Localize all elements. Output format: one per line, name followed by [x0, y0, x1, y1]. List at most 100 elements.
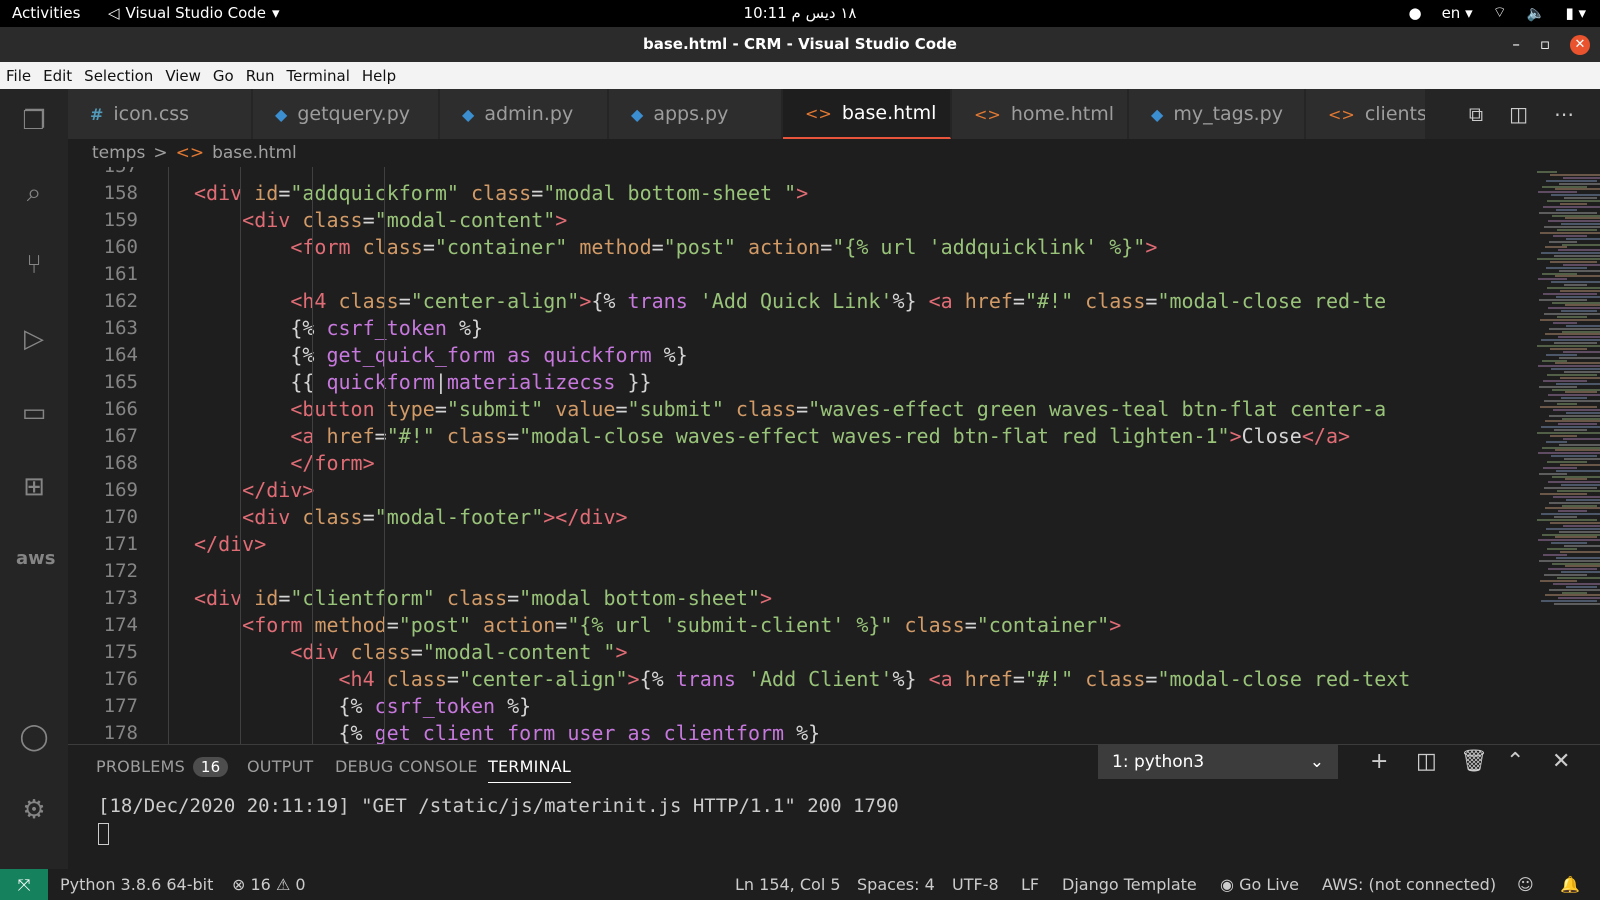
menu-help[interactable]: Help — [362, 67, 396, 85]
explorer-icon[interactable]: ❐ — [16, 103, 52, 139]
record-icon[interactable]: ● — [1408, 4, 1421, 22]
code-line[interactable]: </div> — [194, 531, 266, 558]
kill-terminal-icon[interactable]: 🗑 — [1460, 745, 1488, 779]
app-menu[interactable]: ◁ Visual Studio Code ▾ — [108, 4, 280, 22]
wifi-icon[interactable]: ⌔ — [1493, 3, 1507, 22]
tab-apps-py[interactable]: ◆ apps.py — [609, 89, 782, 139]
volume-icon[interactable]: 🔈 — [1527, 4, 1546, 22]
code-line[interactable]: <a href="#!" class="modal-close waves-ef… — [194, 423, 1350, 450]
app-name: Visual Studio Code — [125, 4, 267, 22]
tab-debug-console[interactable]: DEBUG CONSOLE — [335, 757, 478, 776]
minimap-line — [1564, 458, 1600, 461]
code-line[interactable]: <h4 class="center-align">{% trans 'Add Q… — [194, 288, 1386, 315]
code-line[interactable]: {% csrf_token %} — [194, 315, 483, 342]
breadcrumb-file[interactable]: base.html — [212, 143, 297, 163]
code-line[interactable]: {% get_quick_form as quickform %} — [194, 342, 687, 369]
tab-my-tags-py[interactable]: ◆ my_tags.py — [1129, 89, 1305, 139]
language-mode[interactable]: Django Template — [1062, 869, 1197, 900]
tab-base-html[interactable]: <> base.html ✕ — [783, 89, 970, 139]
minimap-line — [1555, 449, 1600, 452]
code-line[interactable]: <div id="addquickform" class="modal bott… — [194, 180, 808, 207]
vscode-icon: ◁ — [108, 4, 120, 22]
source-control-icon[interactable]: ⑂ — [16, 247, 52, 283]
clock[interactable]: 10:11 ١٨ ديس م — [730, 4, 870, 22]
tab-terminal[interactable]: TERMINAL — [488, 757, 571, 783]
tab-admin-py[interactable]: ◆ admin.py — [440, 89, 608, 139]
code-area[interactable]: <div id="addquickform" class="modal bott… — [146, 167, 1526, 744]
code-line[interactable]: <form method="post" action="{% url 'subm… — [194, 612, 1121, 639]
minimap-line — [1546, 440, 1567, 443]
tab-getquery-py[interactable]: ◆ getquery.py — [253, 89, 439, 139]
aws-status[interactable]: AWS: (not connected) — [1322, 869, 1496, 900]
minimize-icon[interactable]: – — [1512, 27, 1520, 62]
open-preview-icon[interactable]: ⧉ — [1469, 102, 1483, 126]
code-line[interactable]: <form class="container" method="post" ac… — [194, 234, 1157, 261]
battery-icon[interactable]: ▮ ▾ — [1565, 4, 1586, 22]
code-line[interactable]: {{ quickform|materializecss }} — [194, 369, 651, 396]
maximize-icon[interactable]: ▫ — [1540, 27, 1550, 62]
cursor-position[interactable]: Ln 154, Col 5 — [735, 869, 841, 900]
tab-output[interactable]: OUTPUT — [247, 757, 313, 776]
tab-icon-css[interactable]: # icon.css — [68, 89, 252, 139]
split-terminal-icon[interactable]: ◫ — [1416, 745, 1437, 779]
maximize-panel-icon[interactable]: ⌃ — [1506, 745, 1524, 779]
breadcrumb-folder[interactable]: temps — [92, 143, 145, 163]
menu-view[interactable]: View — [165, 67, 201, 85]
code-line[interactable]: {% csrf_token %} — [194, 693, 532, 720]
remote-explorer-icon[interactable]: ▭ — [16, 395, 52, 431]
menu-selection[interactable]: Selection — [84, 67, 153, 85]
line-number: 172 — [103, 560, 138, 582]
tab-clients[interactable]: <> clients- — [1306, 89, 1426, 139]
encoding[interactable]: UTF-8 — [952, 869, 999, 900]
minimap[interactable] — [1533, 167, 1600, 744]
end-of-line[interactable]: LF — [1021, 869, 1039, 900]
search-icon[interactable]: ⌕ — [16, 175, 52, 211]
problems-status[interactable]: ⊗ 16 ⚠ 0 — [232, 869, 306, 900]
minimap-line — [1563, 350, 1600, 353]
minimap-line — [1547, 461, 1587, 463]
minimap-line — [1542, 359, 1567, 362]
settings-gear-icon[interactable]: ⚙ — [16, 792, 52, 828]
code-line[interactable]: </form> — [194, 450, 374, 477]
code-line[interactable]: <div class="modal-content "> — [194, 639, 627, 666]
tab-problems[interactable]: PROBLEMS 16 — [96, 757, 229, 777]
menu-edit[interactable]: Edit — [43, 67, 72, 85]
language-indicator[interactable]: en ▾ — [1442, 4, 1473, 22]
menu-run[interactable]: Run — [246, 67, 275, 85]
minimap-line — [1553, 582, 1600, 585]
python-icon: ◆ — [462, 104, 475, 124]
run-debug-icon[interactable]: ▷ — [16, 321, 52, 357]
accounts-icon[interactable]: ◯ — [16, 719, 52, 755]
new-terminal-icon[interactable]: + — [1370, 745, 1388, 779]
minimap-line — [1560, 376, 1600, 379]
menu-file[interactable]: File — [6, 67, 31, 85]
menu-terminal[interactable]: Terminal — [287, 67, 350, 85]
code-line[interactable]: <div id="clientform" class="modal bottom… — [194, 585, 772, 612]
code-line[interactable]: <div class="modal-footer"></div> — [194, 504, 627, 531]
minimap-line — [1562, 504, 1597, 507]
menu-go[interactable]: Go — [213, 67, 234, 85]
split-editor-icon[interactable]: ◫ — [1509, 102, 1528, 126]
close-panel-icon[interactable]: ✕ — [1552, 745, 1570, 779]
python-interpreter[interactable]: Python 3.8.6 64-bit — [60, 869, 213, 900]
minimap-line — [1548, 220, 1600, 223]
minimap-line — [1559, 530, 1600, 533]
code-line[interactable]: </div> — [194, 477, 314, 504]
activities-button[interactable]: Activities — [12, 4, 80, 22]
code-line[interactable]: {% get_client_form user as clientform %} — [194, 720, 821, 744]
extensions-icon[interactable]: ⊞ — [16, 469, 52, 505]
indentation[interactable]: Spaces: 4 — [857, 869, 935, 900]
remote-indicator-icon[interactable]: ⤧ — [0, 869, 48, 900]
more-actions-icon[interactable]: ⋯ — [1554, 102, 1574, 126]
code-line[interactable]: <h4 class="center-align">{% trans 'Add C… — [194, 666, 1411, 693]
aws-icon[interactable]: aws — [16, 541, 56, 577]
close-window-icon[interactable]: ✕ — [1570, 34, 1590, 55]
feedback-icon[interactable]: ☺ — [1517, 869, 1534, 900]
code-line[interactable]: <div class="modal-content"> — [194, 207, 567, 234]
notifications-bell-icon[interactable]: 🔔 — [1560, 869, 1580, 900]
code-line[interactable]: <button type="submit" value="submit" cla… — [194, 396, 1386, 423]
terminal-select[interactable]: 1: python3 ⌄ — [1098, 745, 1338, 779]
go-live-button[interactable]: ◉ Go Live — [1220, 869, 1299, 900]
code-editor[interactable]: 157 158 159 160 161 162 163 164 165 166 167 168 169 1… — [68, 167, 1600, 744]
tab-home-html[interactable]: <> home.html — [952, 89, 1128, 139]
